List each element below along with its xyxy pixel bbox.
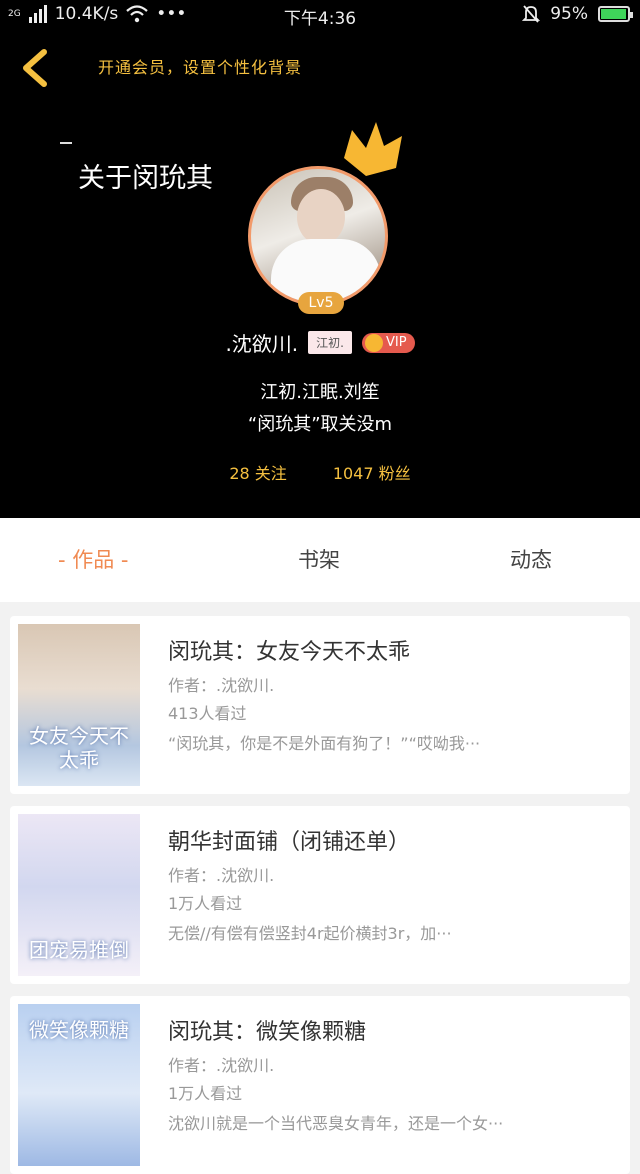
vip-label: VIP (385, 335, 407, 350)
work-card[interactable]: 女友今天不太乖 闵玧其：女友今天不太乖 作者：.沈欲川. 413人看过 “闵玧其… (10, 616, 630, 794)
work-cover: 团宠易推倒 (18, 814, 140, 976)
name-row: .沈欲川. 江初. VIP (0, 328, 640, 357)
follow-stats: 28 关注 1047 粉丝 (0, 460, 640, 484)
avatar[interactable] (248, 166, 392, 310)
work-author: 作者：.沈欲川. (168, 1056, 275, 1075)
battery-icon (598, 6, 633, 22)
profile-header: 开通会员，设置个性化背景 关于闵玧其 Lv5 .沈欲川. 江初. VIP 江初.… (0, 32, 640, 518)
about-title: 关于闵玧其 (78, 163, 213, 194)
crown-icon (344, 122, 402, 176)
level-badge: Lv5 (298, 292, 344, 314)
work-cover: 微笑像颗糖 (18, 1004, 140, 1166)
bell-muted-icon (522, 5, 541, 23)
username: .沈欲川. (225, 332, 299, 356)
vip-promo-link[interactable]: 开通会员，设置个性化背景 (98, 54, 302, 78)
cover-title: 女友今天不太乖 (29, 724, 129, 772)
status-bar: 2G 10.4K/s ••• 下午4:36 95% (0, 0, 640, 32)
following-count[interactable]: 28 关注 (229, 460, 286, 484)
bio-line-1: 江初.江眠.刘笙 (260, 382, 380, 403)
work-author: 作者：.沈欲川. (168, 866, 275, 885)
work-description: “闵玧其，你是不是外面有狗了！”“哎呦我··· (168, 734, 481, 753)
vip-crown-icon (364, 333, 383, 352)
user-tag: 江初. (308, 331, 352, 354)
tab-activity[interactable]: 动态 (510, 544, 552, 574)
cover-title: 团宠易推倒 (29, 938, 129, 962)
work-title: 朝华封面铺（闭铺还单） (168, 830, 411, 855)
cover-title: 微笑像颗糖 (29, 1018, 129, 1042)
back-arrow-icon[interactable] (18, 48, 58, 88)
vip-badge[interactable]: VIP (361, 332, 415, 353)
followers-count[interactable]: 1047 粉丝 (333, 460, 411, 484)
work-author: 作者：.沈欲川. (168, 676, 275, 695)
work-views: 1万人看过 (168, 894, 243, 913)
battery-percent: 95% (550, 4, 588, 24)
tab-bookshelf[interactable]: 书架 (298, 544, 340, 574)
avatar-image (248, 166, 388, 306)
bio-line-2: “闵玧其”取关没m (247, 414, 393, 435)
battery-fill (601, 9, 626, 19)
work-description: 无偿//有偿有偿竖封4r起价横封3r，加··· (168, 924, 452, 943)
work-title: 闵玧其：女友今天不太乖 (168, 640, 411, 665)
title-dash (60, 142, 72, 144)
work-views: 413人看过 (168, 704, 247, 723)
work-views: 1万人看过 (168, 1084, 243, 1103)
tab-works[interactable]: - 作品 - (58, 544, 129, 574)
profile-tabs: - 作品 - 书架 动态 (0, 518, 640, 602)
work-cover: 女友今天不太乖 (18, 624, 140, 786)
work-card[interactable]: 团宠易推倒 朝华封面铺（闭铺还单） 作者：.沈欲川. 1万人看过 无偿//有偿有… (10, 806, 630, 984)
work-card[interactable]: 微笑像颗糖 闵玧其：微笑像颗糖 作者：.沈欲川. 1万人看过 沈欲川就是一个当代… (10, 996, 630, 1174)
work-title: 闵玧其：微笑像颗糖 (168, 1020, 367, 1045)
work-description: 沈欲川就是一个当代恶臭女青年，还是一个女··· (168, 1114, 504, 1133)
status-right: 95% (522, 4, 633, 24)
